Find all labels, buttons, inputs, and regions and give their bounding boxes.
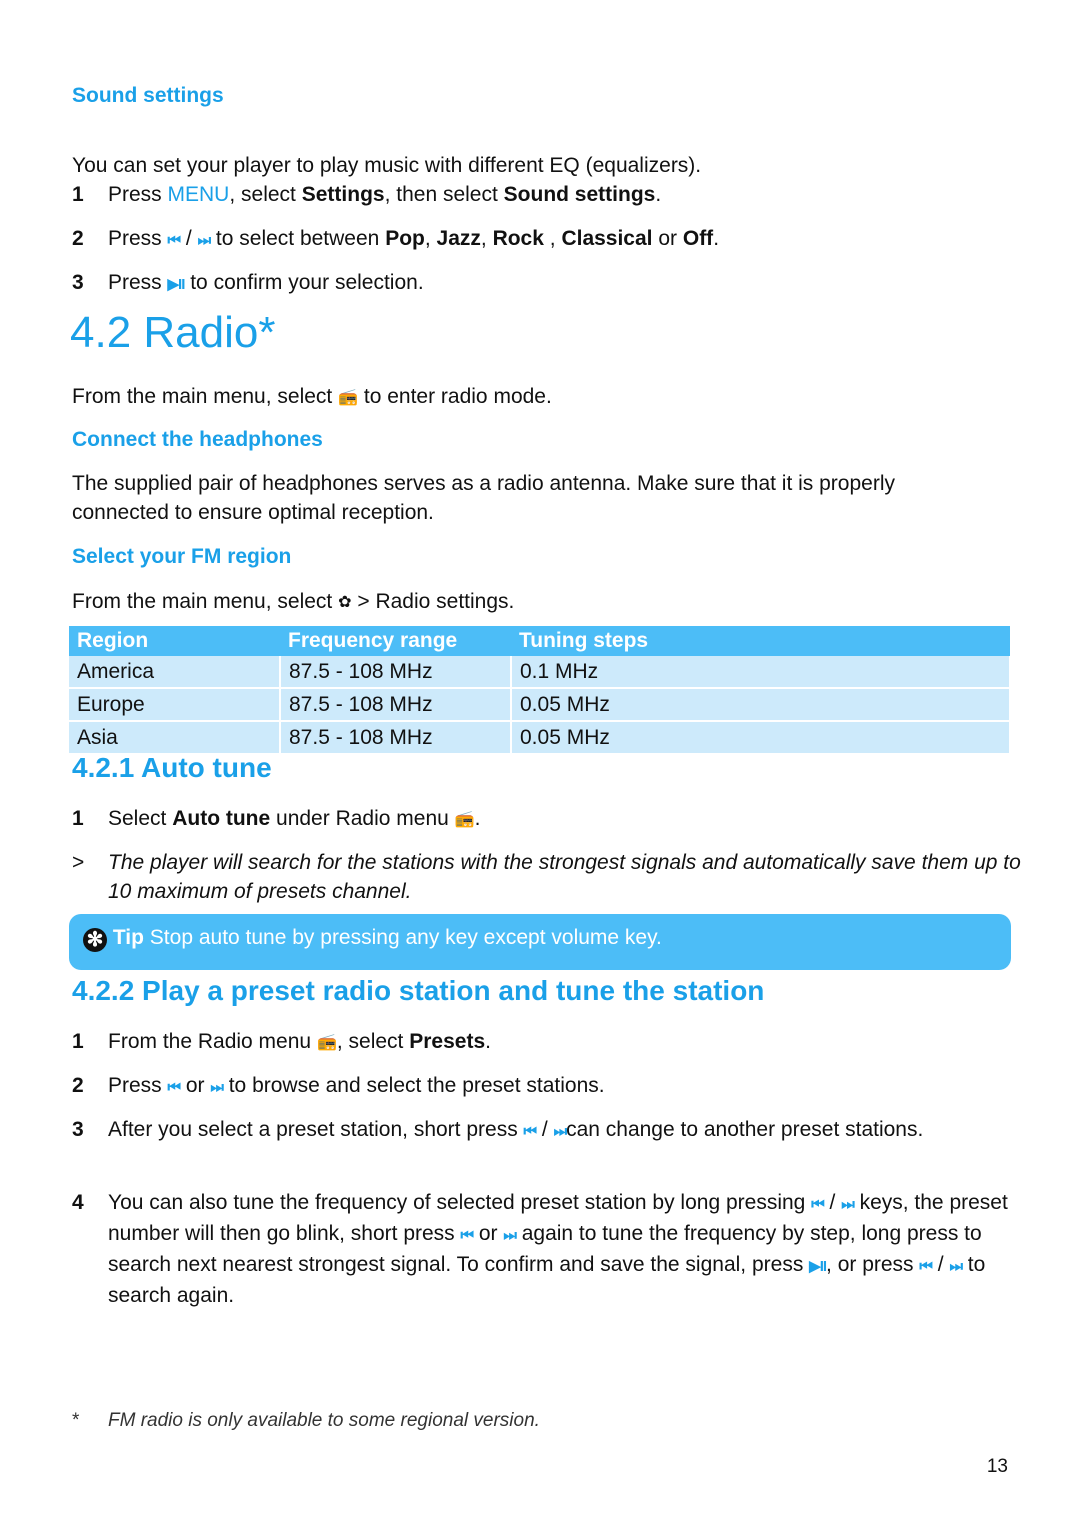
next-icon: ⏭ [503, 1227, 516, 1244]
settings-icon: ✿ [338, 594, 352, 611]
sound-settings-heading: Sound settings [72, 84, 224, 107]
region-cell: America [69, 656, 281, 689]
preset-heading: 4.2.2 Play a preset radio station and tu… [72, 975, 765, 1006]
menu-key-label: MENU [167, 183, 230, 206]
radio-icon: 📻 [454, 811, 475, 828]
next-icon: ⏭ [210, 1079, 223, 1096]
tip-label: Tip [112, 926, 144, 949]
connect-headphones-text: The supplied pair of headphones serves a… [72, 472, 895, 524]
table-header-row: Region Frequency range Tuning steps [69, 626, 1010, 656]
footnote: * FM radio is only available to some reg… [72, 1410, 540, 1432]
frequency-cell: 87.5 - 108 MHz [280, 688, 512, 722]
region-cell: Asia [69, 721, 281, 755]
fm-region-text: From the main menu, select ✿ > Radio set… [72, 587, 514, 617]
page-title: 4.2 Radio* [70, 308, 276, 357]
footnote-text: FM radio is only available to some regio… [108, 1410, 540, 1431]
frequency-cell: 87.5 - 108 MHz [280, 656, 512, 689]
radio-icon: 📻 [338, 389, 359, 406]
column-header: Frequency range [280, 626, 511, 656]
previous-icon: ⏮ [167, 232, 181, 249]
next-icon: ⏭ [841, 1196, 854, 1213]
tip-icon: ✻ [83, 928, 107, 952]
connect-headphones-heading: Connect the headphones [72, 428, 323, 451]
auto-tune-heading: 4.2.1 Auto tune [72, 752, 272, 783]
footnote-marker: * [72, 1410, 80, 1431]
step-cell: 0.1 MHz [511, 656, 1011, 689]
column-header: Tuning steps [511, 626, 1010, 656]
fm-region-table: Region Frequency range Tuning steps Amer… [69, 626, 1011, 755]
radio-icon: 📻 [316, 1034, 337, 1051]
next-icon: ⏭ [197, 232, 211, 249]
tip-text: Stop auto tune by pressing any key excep… [143, 926, 662, 949]
step-cell: 0.05 MHz [511, 688, 1011, 722]
sound-settings-intro: You can set your player to play music wi… [72, 154, 702, 177]
previous-icon: ⏮ [167, 1079, 181, 1096]
tip-box: ✻ Tip Stop auto tune by pressing any key… [69, 914, 1011, 970]
region-cell: Europe [69, 688, 281, 722]
previous-icon: ⏮ [523, 1123, 537, 1140]
table-row: America 87.5 - 108 MHz 0.1 MHz [69, 656, 1011, 689]
table-row: Europe 87.5 - 108 MHz 0.05 MHz [69, 688, 1011, 722]
frequency-cell: 87.5 - 108 MHz [280, 721, 512, 755]
table-row: Asia 87.5 - 108 MHz 0.05 MHz [69, 721, 1011, 755]
step-cell: 0.05 MHz [511, 721, 1011, 755]
play-pause-icon: ▶II [809, 1258, 827, 1275]
play-pause-icon: ▶II [167, 276, 186, 293]
previous-icon: ⏮ [811, 1196, 824, 1213]
previous-icon: ⏮ [919, 1258, 932, 1275]
next-icon: ⏭ [553, 1123, 567, 1140]
previous-icon: ⏮ [460, 1227, 474, 1244]
page-number: 13 [986, 1456, 1008, 1477]
fm-region-heading: Select your FM region [72, 545, 292, 568]
radio-intro: From the main menu, select 📻 to enter ra… [72, 382, 552, 412]
column-header: Region [69, 626, 280, 656]
next-icon: ⏭ [949, 1258, 962, 1275]
